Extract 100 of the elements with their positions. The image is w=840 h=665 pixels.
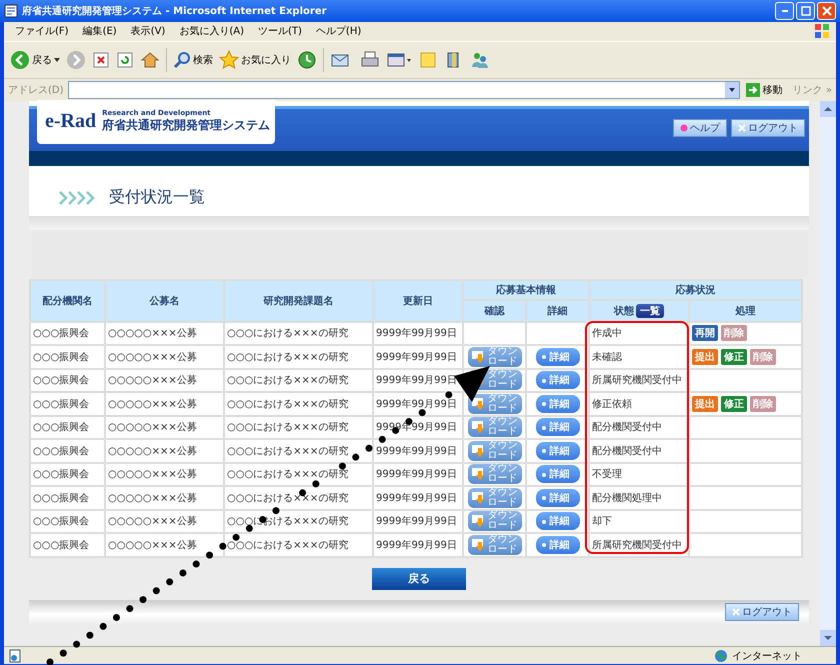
download-icon [472,492,486,504]
details-button[interactable]: 詳細 [536,348,580,366]
page-title: 受付状況一覧 [109,187,205,208]
group-header: 応募基本情報 [463,280,589,300]
links-label[interactable]: リンク » [792,82,832,97]
maximize-icon [800,6,810,16]
status-cell: 配分機関処理中 [589,486,689,510]
menu-item[interactable]: ツール(T) [251,24,309,38]
submit-button[interactable]: 提出 [692,348,718,365]
star-icon [219,50,239,70]
help-button[interactable]: ヘルプ [673,118,727,137]
table-cell: ○○○における×××の研究 [224,368,373,392]
download-icon [472,538,486,551]
delete-button[interactable]: 削除 [721,325,747,342]
dropdown-arrow-icon[interactable] [728,86,736,94]
table-cell: ○○○振興会 [30,439,105,463]
table-cell: 9999年99月99日 [373,510,463,534]
table-cell: 9999年99月99日 [373,533,463,557]
details-button[interactable]: 詳細 [536,418,580,436]
history-icon[interactable] [297,50,317,70]
menu-item[interactable]: ファイル(F) [8,24,76,38]
search-button[interactable]: 検索 [173,50,213,69]
table-cell: ○○○振興会 [30,462,105,486]
menu-item[interactable]: 編集(E) [76,24,124,38]
minimize-button[interactable] [775,2,794,20]
menu-item[interactable]: 表示(V) [124,24,172,38]
scroll-up-icon[interactable] [820,100,836,117]
cross-icon [738,124,746,132]
bullet-icon [542,449,546,454]
logo-text: e-Rad [45,110,96,134]
status-cell: 配分機関受付中 [589,416,689,440]
details-button[interactable]: 詳細 [536,371,580,390]
download-icon [472,444,486,457]
close-button[interactable] [817,2,836,20]
logout-button[interactable]: ログアウト [731,118,805,137]
page-icon [8,648,22,663]
delete-button[interactable]: 削除 [750,396,776,412]
table-cell: ○○○振興会 [30,533,105,557]
details-button[interactable]: 詳細 [536,488,580,507]
menu-item[interactable]: お気に入り(A) [172,24,251,38]
favorites-button[interactable]: お気に入り [219,50,291,70]
minimize-icon [782,10,788,12]
address-field[interactable] [68,80,740,99]
bullet-icon [542,543,546,548]
close-icon [822,6,832,16]
bullet-icon [542,520,546,524]
bullet-icon [542,378,546,383]
table-cell: ○○○振興会 [30,322,105,346]
go-arrow-icon [746,82,760,97]
scroll-down-icon[interactable] [820,630,836,646]
globe-icon [714,648,728,663]
details-button[interactable]: 詳細 [536,536,580,554]
windows-flag-icon [814,23,830,40]
delete-button[interactable]: 削除 [750,348,776,365]
details-button[interactable]: 詳細 [536,442,580,460]
table-cell: ○○○振興会 [30,368,105,392]
back-button[interactable]: 戻る [10,50,60,70]
bullet-icon [542,402,546,406]
window-title: 府省共通研究開発管理システム - Microsoft Internet Explorer [22,4,328,18]
table-cell: ○○○における×××の研究 [224,416,373,440]
edit-button[interactable]: 修正 [721,348,747,365]
download-button[interactable]: ダウンロード [468,464,522,484]
edit-button[interactable]: 修正 [721,396,747,412]
status-cell: 作成中 [589,322,689,346]
maximize-button[interactable] [796,2,815,20]
download-button[interactable]: ダウンロード [468,511,522,532]
refresh-icon[interactable] [116,50,134,69]
status-cell: 所属研究機関受付中 [589,533,689,557]
status-list-button[interactable]: 一覧 [636,304,664,318]
bullet-icon [542,496,546,500]
download-button[interactable]: ダウンロード [468,417,522,438]
download-icon [472,421,486,434]
column-header: 公募名 [105,280,224,322]
go-button[interactable]: 移動 [744,82,789,97]
details-button[interactable]: 詳細 [536,465,580,484]
column-label: 状態 [614,306,634,317]
back-page-button[interactable]: 戻る [372,568,466,590]
menu-item[interactable]: ヘルプ(H) [308,24,368,38]
footer-logout-button[interactable]: ログアウト [725,602,799,621]
submit-button[interactable]: 提出 [692,396,718,412]
details-button[interactable]: 詳細 [536,394,580,413]
caret-icon [54,58,60,62]
details-button[interactable]: 詳細 [536,512,580,530]
table-cell: ○○○○○×××公募 [105,368,224,392]
stop-icon[interactable] [92,50,110,69]
search-icon [173,50,191,69]
table-cell: ○○○○○×××公募 [105,416,224,440]
status-cell: 不受理 [589,462,689,486]
table-cell: 9999年99月99日 [373,486,463,510]
download-icon [472,350,486,363]
table-cell: ○○○○○×××公募 [105,392,224,416]
home-icon[interactable] [140,50,160,70]
table-cell: ○○○における×××の研究 [224,392,373,416]
status-cell: 修正依頼 [589,392,689,416]
table-cell: ○○○における×××の研究 [224,345,373,369]
download-icon [472,398,486,410]
browser-page-icon [4,4,18,18]
table-cell: ○○○○○×××公募 [105,345,224,369]
table-cell: 9999年99月99日 [373,462,463,486]
resume-button[interactable]: 再開 [692,325,718,342]
